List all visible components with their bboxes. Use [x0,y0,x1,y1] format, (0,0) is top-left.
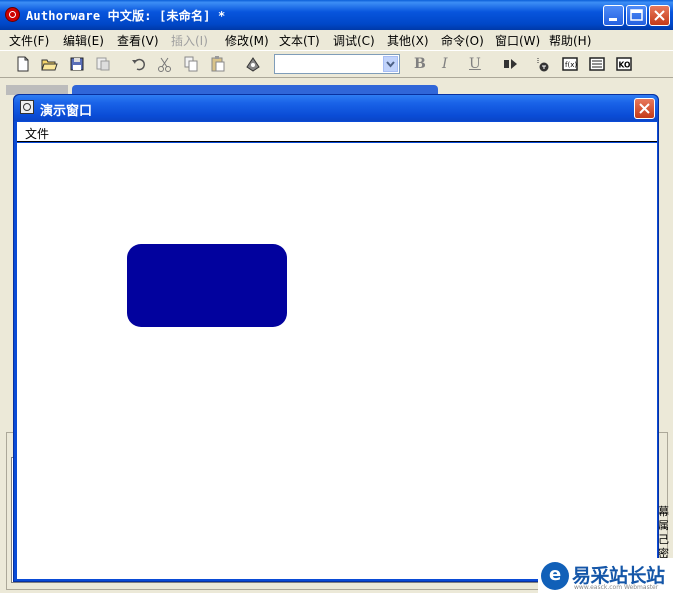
import-icon[interactable] [94,55,112,73]
presentation-close-button[interactable] [634,98,655,119]
menu-command[interactable]: 命令(O) [441,32,484,49]
font-dropdown[interactable] [274,54,400,74]
run-icon[interactable] [502,55,520,73]
menu-help[interactable]: 帮助(H) [549,32,591,49]
open-folder-icon[interactable] [40,55,58,73]
minimize-button[interactable] [603,5,624,26]
new-file-icon[interactable] [14,55,32,73]
site-watermark: 易采站长站 www.easck.com Webmaster [538,558,673,593]
knowledge-objects-icon[interactable]: KO [615,55,633,73]
menu-edit[interactable]: 编辑(E) [63,32,104,49]
underline-button[interactable]: U [469,56,481,72]
find-icon[interactable] [244,55,262,73]
presentation-window: 演示窗口 文件 [13,94,659,582]
presentation-window-title: 演示窗口 [40,104,93,119]
undo-icon[interactable] [130,55,148,73]
presentation-window-icon [20,100,34,114]
presentation-menu-file[interactable]: 文件 [25,125,49,142]
menu-bar: 文件(F) 编辑(E) 查看(V) 插入(I) 修改(M) 文本(T) 调试(C… [0,30,673,50]
main-title-bar[interactable]: Authorware 中文版: [未命名] * [0,0,673,30]
menu-file[interactable]: 文件(F) [9,32,49,49]
copy-icon[interactable] [182,55,200,73]
maximize-button[interactable] [626,5,647,26]
paste-icon[interactable] [209,55,227,73]
menu-insert[interactable]: 插入(I) [171,32,208,49]
menu-modify[interactable]: 修改(M) [225,32,269,49]
bold-button[interactable]: B [414,56,426,72]
menu-text[interactable]: 文本(T) [279,32,320,49]
app-title: Authorware 中文版: [未命名] * [26,9,226,23]
presentation-window-titlebar[interactable]: 演示窗口 [14,95,658,121]
cut-icon[interactable] [156,55,174,73]
presentation-stage[interactable] [17,143,657,579]
svg-text:KO: KO [619,61,631,70]
menu-window[interactable]: 窗口(W) [495,32,540,49]
watermark-subtext: www.easck.com Webmaster [574,584,659,591]
variables-icon[interactable] [588,55,606,73]
svg-text:f(x): f(x) [565,61,577,69]
watermark-logo-icon [541,562,569,590]
close-button[interactable] [649,5,670,26]
presentation-menu-bar: 文件 [17,122,657,142]
rounded-rectangle-shape[interactable] [127,244,287,327]
authorware-logo-icon [5,7,20,22]
menu-view[interactable]: 查看(V) [117,32,159,49]
control-panel-icon[interactable] [534,55,552,73]
save-all-icon[interactable] [68,55,86,73]
toolbar: B I U f(x) KO [0,50,673,78]
menu-other[interactable]: 其他(X) [387,32,429,49]
italic-button[interactable]: I [442,56,448,72]
functions-icon[interactable]: f(x) [561,55,579,73]
close-icon [639,103,650,114]
menu-debug[interactable]: 调试(C) [333,32,375,49]
chevron-down-icon[interactable] [383,56,398,72]
